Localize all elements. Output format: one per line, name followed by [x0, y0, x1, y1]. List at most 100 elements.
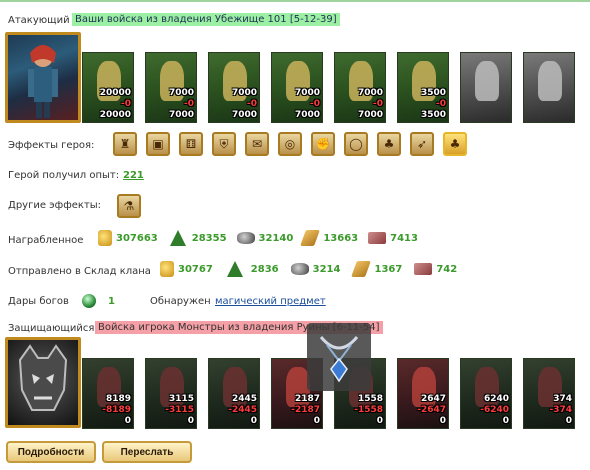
unit-count: 7000 [357, 88, 383, 98]
experience-value[interactable]: 221 [123, 170, 144, 181]
unit-lost: -0 [436, 99, 446, 109]
experience-label: Герой получил опыт: [8, 170, 120, 181]
unit-lost: -2445 [228, 405, 257, 415]
unit-count: 6240 [483, 394, 509, 404]
unit-count: 2187 [294, 394, 320, 404]
ore-icon [290, 263, 309, 275]
fist-icon[interactable]: ✊ [311, 132, 335, 156]
unit-remain: 0 [187, 416, 194, 426]
wood-icon [226, 261, 243, 277]
attacker-unit-8[interactable] [523, 52, 575, 123]
rune-icon[interactable]: ◎ [278, 132, 302, 156]
loot-resources: 307663 28355 32140 13663 7413 [98, 230, 418, 246]
unit-count: 7000 [168, 88, 194, 98]
wood-icon [169, 230, 186, 246]
gold-icon [98, 230, 112, 246]
unit-remain: 0 [376, 416, 383, 426]
unit-count: 7000 [294, 88, 320, 98]
clan-gems: 742 [436, 263, 458, 275]
gold-icon [160, 261, 174, 277]
found-item-link[interactable]: магический предмет [215, 296, 326, 307]
clan-wood: 2836 [250, 263, 279, 275]
unit-remain: 3500 [420, 110, 446, 120]
top-border [0, 0, 590, 2]
clan-resources: 30767 2836 3214 1367 742 [160, 261, 457, 277]
attacker-unit-3[interactable]: 7000 -0 7000 [208, 52, 260, 123]
unit-count: 7000 [231, 88, 257, 98]
ghost-unit-icon [538, 61, 562, 101]
bow-icon[interactable]: ➶ [410, 132, 434, 156]
unit-count: 8189 [105, 394, 131, 404]
item-tooltip [307, 323, 371, 391]
unit-count: 2445 [231, 394, 257, 404]
forward-button[interactable]: Переслать [102, 441, 192, 463]
unit-lost: -6240 [480, 405, 509, 415]
found-label: Обнаружен [150, 296, 211, 307]
hooded-unit-icon [475, 61, 499, 101]
loot-wood: 28355 [191, 232, 227, 244]
unit-remain: 0 [502, 416, 509, 426]
unit-lost: -0 [247, 99, 257, 109]
unit-remain: 0 [250, 416, 257, 426]
pouch-icon[interactable]: ♜ [113, 132, 137, 156]
attacker-unit-4[interactable]: 7000 -0 7000 [271, 52, 323, 123]
unit-lost: -2647 [417, 405, 446, 415]
unit-remain: 0 [439, 416, 446, 426]
unit-lost: -0 [121, 99, 131, 109]
potion-icon[interactable]: ⚗ [117, 194, 141, 218]
defender-unit-8[interactable]: 374 -374 0 [523, 358, 575, 429]
clan-ore: 3214 [312, 263, 341, 275]
hero-effects-label: Эффекты героя: [8, 140, 95, 151]
gems-icon [368, 232, 387, 244]
unit-lost: -0 [310, 99, 320, 109]
sulfur-icon [351, 261, 372, 277]
unit-count: 3500 [420, 88, 446, 98]
attacker-label: Атакующий [8, 15, 70, 26]
unit-count: 3115 [168, 394, 194, 404]
gods-gift-icon [82, 294, 96, 308]
attacker-hero-portrait[interactable] [5, 32, 81, 123]
unit-count: 1558 [357, 394, 383, 404]
clover-gold-icon[interactable]: ♣ [443, 132, 467, 156]
unit-remain: 20000 [99, 110, 131, 120]
unit-lost: -374 [549, 405, 572, 415]
scroll-icon[interactable]: ✉ [245, 132, 269, 156]
shield-icon[interactable]: ⛨ [212, 132, 236, 156]
ring-icon[interactable]: ◯ [344, 132, 368, 156]
ore-icon [236, 232, 255, 244]
amulet-icon [319, 336, 359, 383]
attacker-title: Ваши войска из владения Убежище 101 [5-1… [72, 13, 340, 26]
gems-icon [414, 263, 433, 275]
unit-lost: -1558 [354, 405, 383, 415]
defender-unit-3[interactable]: 2445 -2445 0 [208, 358, 260, 429]
defender-unit-2[interactable]: 3115 -3115 0 [145, 358, 197, 429]
other-effects-label: Другие эффекты: [8, 200, 102, 211]
attacker-unit-1[interactable]: 20000 -0 20000 [82, 52, 134, 123]
unit-lost: -0 [184, 99, 194, 109]
unit-remain: 0 [565, 416, 572, 426]
clover-icon[interactable]: ♣ [377, 132, 401, 156]
clan-label: Отправлено в Склад клана [8, 266, 151, 277]
details-button[interactable]: Подробности [6, 441, 96, 463]
unit-lost: -8189 [102, 405, 131, 415]
dice-icon[interactable]: ⚅ [179, 132, 203, 156]
unit-remain: 7000 [168, 110, 194, 120]
chest-icon[interactable]: ▣ [146, 132, 170, 156]
skull-monster-icon [18, 344, 68, 411]
loot-gold: 307663 [116, 232, 158, 244]
unit-count: 374 [553, 394, 572, 404]
defender-hero-portrait[interactable] [5, 337, 81, 428]
loot-sulfur: 13663 [323, 232, 359, 244]
elf-hero-icon [28, 45, 58, 118]
attacker-unit-2[interactable]: 7000 -0 7000 [145, 52, 197, 123]
attacker-unit-5[interactable]: 7000 -0 7000 [334, 52, 386, 123]
unit-lost: -0 [373, 99, 383, 109]
unit-remain: 0 [124, 416, 131, 426]
defender-unit-1[interactable]: 8189 -8189 0 [82, 358, 134, 429]
defender-unit-7[interactable]: 6240 -6240 0 [460, 358, 512, 429]
attacker-unit-6[interactable]: 3500 -0 3500 [397, 52, 449, 123]
defender-unit-6[interactable]: 2647 -2647 0 [397, 358, 449, 429]
loot-label: Награбленное [8, 235, 84, 246]
gods-label: Дары богов [8, 296, 69, 307]
attacker-unit-7[interactable] [460, 52, 512, 123]
